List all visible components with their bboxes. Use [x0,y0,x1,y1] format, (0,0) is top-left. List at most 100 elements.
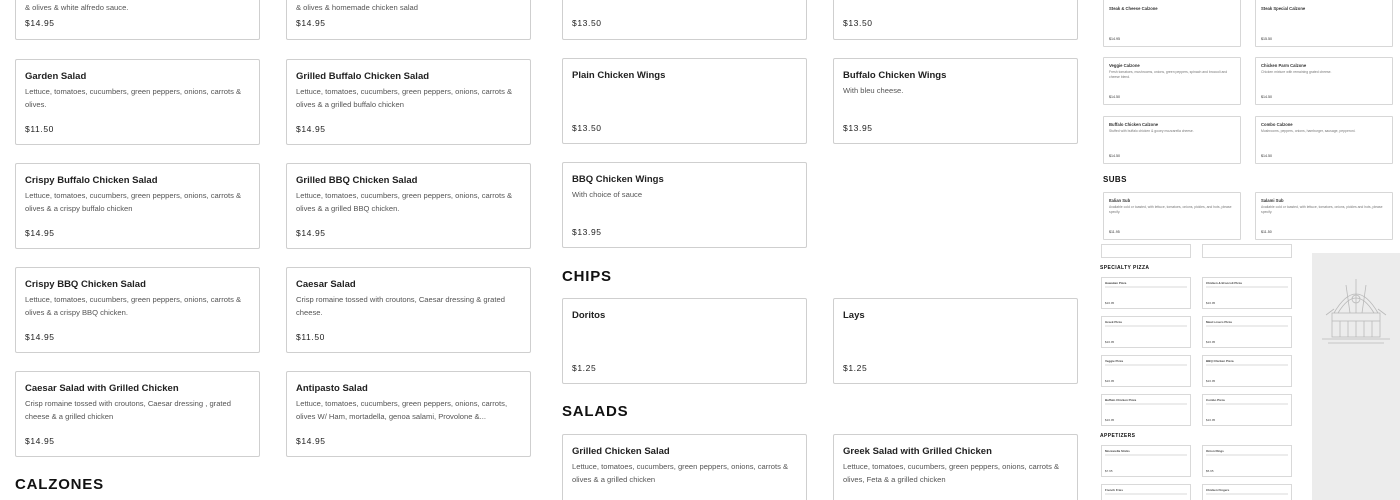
menu-item-card[interactable]: Greek Salad with Grilled Chicken Lettuce… [833,434,1078,500]
preview-item-name: Veggie Calzone [1109,63,1140,68]
item-price: $14.95 [25,332,55,342]
menu-item-card[interactable]: Caesar Salad Crisp romaine tossed with c… [286,267,531,353]
preview-item-price: $16.95 [1206,379,1216,383]
menu-item-card[interactable]: $13.50 [562,0,807,40]
menu-item-card[interactable]: Buffalo Chicken Wings With bleu cheese. … [833,58,1078,144]
item-description: With choice of sauce [572,190,643,199]
preview-card[interactable]: BBQ Chicken Pizza $16.95 [1202,355,1292,387]
item-price: $1.25 [572,363,597,373]
item-price: $11.50 [296,332,325,342]
item-name: Doritos [572,310,606,321]
preview-card[interactable]: Mozzarella Sticks $7.95 [1101,445,1191,477]
menu-item-card[interactable]: Crispy Buffalo Chicken Salad Lettuce, to… [15,163,260,249]
preview-item-price: $14.50 [1261,154,1272,158]
preview-card[interactable]: Steak Special Calzone $15.50 [1255,0,1393,47]
preview-item-name: Greek Pizza [1105,320,1122,324]
preview-item-price: $14.50 [1261,95,1272,99]
item-name: Crispy Buffalo Chicken Salad [25,175,158,186]
item-description: Lettuce, tomatoes, cucumbers, green pepp… [296,399,508,421]
preview-item-name: Mozzarella Sticks [1105,449,1130,453]
item-price: $11.50 [25,124,54,134]
item-name: Lays [843,310,865,321]
item-price: $14.95 [25,18,55,28]
preview-item-price: $16.95 [1206,340,1216,344]
preview-card[interactable]: French Fries [1101,484,1191,500]
item-name: Grilled Buffalo Chicken Salad [296,71,430,82]
preview-card[interactable]: Greek Pizza $16.95 [1101,316,1191,348]
preview-item-name: French Fries [1105,488,1124,492]
preview-card[interactable]: Hawaiian Pizza $16.95 [1101,277,1191,309]
preview-card[interactable]: Steak & Cheese Calzone $14.95 [1103,0,1241,47]
preview-item-name: Italian Sub [1109,198,1131,203]
preview-item-price: $16.95 [1105,340,1115,344]
preview-section-title: SUBS [1103,175,1127,184]
item-price: $13.95 [572,227,602,237]
menu-item-card[interactable]: Grilled Buffalo Chicken Salad Lettuce, t… [286,59,531,145]
menu-item-card[interactable]: Doritos $1.25 [562,298,807,384]
menu-item-card[interactable]: BBQ Chicken Wings With choice of sauce $… [562,162,807,248]
preview-item-name: Hawaiian Pizza [1105,281,1127,285]
preview-card[interactable]: Combo Pizza $16.95 [1202,394,1292,426]
preview-item-price: $14.50 [1109,154,1120,158]
preview-item-price: $7.95 [1105,469,1113,473]
menu-item-card[interactable]: Garden Salad Lettuce, tomatoes, cucumber… [15,59,260,145]
item-price: $14.95 [25,436,55,446]
menu-item-card[interactable]: $13.50 [833,0,1078,40]
menu-item-card[interactable]: Grilled Chicken Salad Lettuce, tomatoes,… [562,434,807,500]
preview-item-name: Steak Special Calzone [1261,6,1306,11]
preview-item-name: Buffalo Chicken Pizza [1105,398,1137,402]
item-price: $13.95 [843,123,873,133]
preview-item-name: Chicken Parm Calzone [1261,63,1307,68]
menu-item-card[interactable]: Crispy BBQ Chicken Salad Lettuce, tomato… [15,267,260,353]
preview-card[interactable]: Veggie Pizza $16.95 [1101,355,1191,387]
menu-item-card[interactable]: & olives & homemade chicken salad $14.95 [286,0,531,40]
preview-item-name: Buffalo Chicken Calzone [1109,122,1159,127]
preview-card[interactable]: Onion Rings $5.95 [1202,445,1292,477]
menu-item-card[interactable]: Plain Chicken Wings $13.50 [562,58,807,144]
item-name: Caesar Salad [296,279,356,290]
preview-card[interactable]: Italian Sub Available cold or toasted, w… [1103,192,1241,240]
preview-section-title: SPECIALTY PIZZA [1100,265,1150,271]
preview-item-description: Stuffed with buffalo chicken & gooey moz… [1109,129,1194,133]
preview-card[interactable]: Chicken Fingers [1202,484,1292,500]
preview-item-description: Available cold or toasted, with lettuce,… [1109,205,1232,214]
item-price: $13.50 [572,123,602,133]
preview-card[interactable] [1101,244,1191,258]
item-name: Grilled BBQ Chicken Salad [296,175,418,186]
preview-card[interactable]: Combo Calzone Mushrooms, peppers, onions… [1255,116,1393,164]
menu-item-card[interactable]: Antipasto Salad Lettuce, tomatoes, cucum… [286,371,531,457]
menu-item-card[interactable]: Caesar Salad with Grilled Chicken Crisp … [15,371,260,457]
item-name: Antipasto Salad [296,383,368,394]
preview-card[interactable]: Chicken & Broccoli Pizza $16.95 [1202,277,1292,309]
preview-card[interactable]: Veggie Calzone Fresh tomatoes, mushrooms… [1103,57,1241,105]
item-price: $14.95 [296,124,326,134]
preview-item-price: $5.95 [1206,469,1214,473]
section-title-salads: SALADS [562,403,629,420]
section-title-calzones: CALZONES [15,476,104,493]
item-price: $1.25 [843,363,868,373]
preview-item-name: Chicken & Broccoli Pizza [1206,281,1242,285]
preview-item-description: Fresh tomatoes, mushrooms, onions, green… [1109,70,1228,79]
preview-item-description: Available cold or toasted, with lettuce,… [1261,205,1383,214]
side-panel [1312,253,1400,500]
preview-card[interactable]: Buffalo Chicken Calzone Stuffed with buf… [1103,116,1241,164]
preview-card[interactable]: Salami Sub Available cold or toasted, wi… [1255,192,1393,240]
preview-item-price: $14.50 [1109,95,1120,99]
item-name: Buffalo Chicken Wings [843,70,947,81]
item-description: Lettuce, tomatoes, cucumbers, green pepp… [843,462,1060,484]
preview-card[interactable] [1202,244,1292,258]
menu-item-card[interactable]: & olives & white alfredo sauce. $14.95 [15,0,260,40]
preview-card[interactable]: Chicken Parm Calzone Chicken mixture wit… [1255,57,1393,105]
preview-item-name: Veggie Pizza [1105,359,1124,363]
item-description: Lettuce, tomatoes, cucumbers, green pepp… [25,87,242,109]
preview-card[interactable]: Meat Lovers Pizza $16.95 [1202,316,1292,348]
item-name: Caesar Salad with Grilled Chicken [25,383,179,394]
item-description: Lettuce, tomatoes, cucumbers, green pepp… [296,87,513,109]
menu-item-card[interactable]: Lays $1.25 [833,298,1078,384]
menu-item-card[interactable]: Grilled BBQ Chicken Salad Lettuce, tomat… [286,163,531,249]
preview-item-price: $16.95 [1105,418,1115,422]
item-description: Lettuce, tomatoes, cucumbers, green pepp… [572,462,789,484]
item-name: Grilled Chicken Salad [572,446,670,457]
preview-item-name: Salami Sub [1261,198,1284,203]
preview-card[interactable]: Buffalo Chicken Pizza $16.95 [1101,394,1191,426]
